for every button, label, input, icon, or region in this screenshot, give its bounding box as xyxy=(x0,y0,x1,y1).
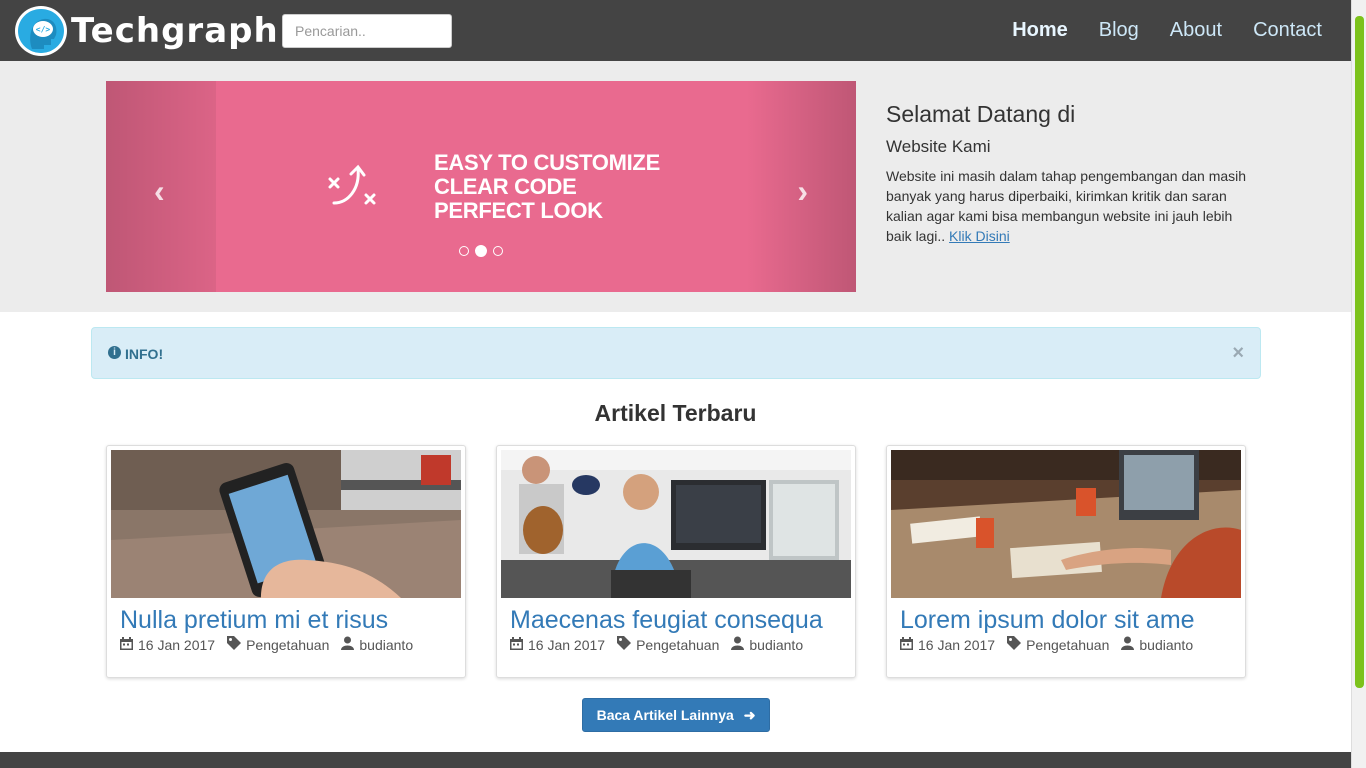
calendar-icon xyxy=(900,636,913,653)
article-meta: 16 Jan 2017 Pengetahuan budianto xyxy=(900,636,1205,653)
article-author[interactable]: budianto xyxy=(749,637,803,653)
nav-home[interactable]: Home xyxy=(1012,19,1068,42)
article-meta: 16 Jan 2017 Pengetahuan budianto xyxy=(510,636,815,653)
tag-icon xyxy=(1007,636,1022,653)
logo-text: Techgraph xyxy=(71,11,279,51)
user-icon xyxy=(731,636,745,653)
navbar: </> Techgraph Home Blog About Contact xyxy=(0,0,1351,61)
read-more-button[interactable]: Baca Artikel Lainnya ➜ xyxy=(582,698,770,732)
hero-section: ‹ › EASY TO CUSTOMIZE CLEAR CODE PERFECT… xyxy=(0,61,1351,312)
article-date: 16 Jan 2017 xyxy=(918,636,996,653)
slide-line: PERFECT LOOK xyxy=(434,198,603,223)
slide-caption: EASY TO CUSTOMIZE CLEAR CODE PERFECT LOO… xyxy=(434,151,660,223)
user-icon xyxy=(341,636,355,653)
carousel-next-button[interactable]: › xyxy=(797,173,808,210)
svg-text:</>: </> xyxy=(36,25,51,34)
welcome-subtitle: Website Kami xyxy=(886,137,991,156)
article-date: 16 Jan 2017 xyxy=(528,636,606,653)
nav-about[interactable]: About xyxy=(1170,19,1222,42)
slide-line: EASY TO CUSTOMIZE xyxy=(434,150,660,175)
image-carousel: ‹ › EASY TO CUSTOMIZE CLEAR CODE PERFECT… xyxy=(106,81,856,292)
article-category[interactable]: Pengetahuan xyxy=(1026,637,1109,653)
scrollbar-thumb[interactable] xyxy=(1355,16,1364,688)
alert-label: INFO! xyxy=(125,346,164,362)
slide-line: CLEAR CODE xyxy=(434,174,577,199)
user-icon xyxy=(1121,636,1135,653)
article-date: 16 Jan 2017 xyxy=(138,636,216,653)
carousel-dot-1[interactable] xyxy=(459,246,469,256)
info-alert: i INFO! × xyxy=(91,327,1261,379)
tag-icon xyxy=(227,636,242,653)
nav-blog[interactable]: Blog xyxy=(1099,19,1139,42)
site-logo[interactable]: </> Techgraph xyxy=(15,6,279,56)
alert-close-button[interactable]: × xyxy=(1232,342,1244,365)
article-card: Maecenas feugiat consequa 16 Jan 2017 Pe… xyxy=(496,445,856,678)
calendar-icon xyxy=(510,636,523,653)
nav-contact[interactable]: Contact xyxy=(1253,19,1322,42)
tag-icon xyxy=(617,636,632,653)
article-author[interactable]: budianto xyxy=(359,637,413,653)
article-image-phone[interactable] xyxy=(111,450,461,598)
arrow-right-icon: ➜ xyxy=(743,707,756,723)
read-more-label: Baca Artikel Lainnya xyxy=(596,707,734,723)
article-card: Nulla pretium mi et risus 16 Jan 2017 Pe… xyxy=(106,445,466,678)
article-category[interactable]: Pengetahuan xyxy=(246,637,329,653)
carousel-dot-2[interactable] xyxy=(475,245,487,257)
feedback-link[interactable]: Klik Disini xyxy=(949,228,1010,244)
article-author[interactable]: budianto xyxy=(1139,637,1193,653)
welcome-title: Selamat Datang di xyxy=(886,101,1076,127)
article-category[interactable]: Pengetahuan xyxy=(636,637,719,653)
carousel-indicators xyxy=(459,245,509,257)
main-nav: Home Blog About Contact xyxy=(981,0,1322,61)
search-input[interactable] xyxy=(282,14,452,48)
footer xyxy=(0,752,1351,768)
article-image-meeting[interactable] xyxy=(891,450,1241,598)
welcome-panel: Selamat Datang di Website Kami Website i… xyxy=(886,101,1256,246)
article-title[interactable]: Nulla pretium mi et risus xyxy=(120,606,460,635)
carousel-prev-button[interactable]: ‹ xyxy=(154,173,165,210)
carousel-dot-3[interactable] xyxy=(493,246,503,256)
article-image-office[interactable] xyxy=(501,450,851,598)
article-card: Lorem ipsum dolor sit ame 16 Jan 2017 Pe… xyxy=(886,445,1246,678)
welcome-text: Website ini masih dalam tahap pengembang… xyxy=(886,166,1256,246)
calendar-icon xyxy=(120,636,133,653)
section-title: Artikel Terbaru xyxy=(594,400,757,426)
article-title[interactable]: Lorem ipsum dolor sit ame xyxy=(900,606,1240,635)
info-icon: i xyxy=(108,346,121,359)
article-meta: 16 Jan 2017 Pengetahuan budianto xyxy=(120,636,425,653)
scrollbar[interactable] xyxy=(1351,0,1366,768)
welcome-body: Website ini masih dalam tahap pengembang… xyxy=(886,168,1247,244)
article-title[interactable]: Maecenas feugiat consequa xyxy=(510,606,850,635)
code-head-icon: </> xyxy=(15,6,67,56)
strategy-icon xyxy=(326,159,382,216)
